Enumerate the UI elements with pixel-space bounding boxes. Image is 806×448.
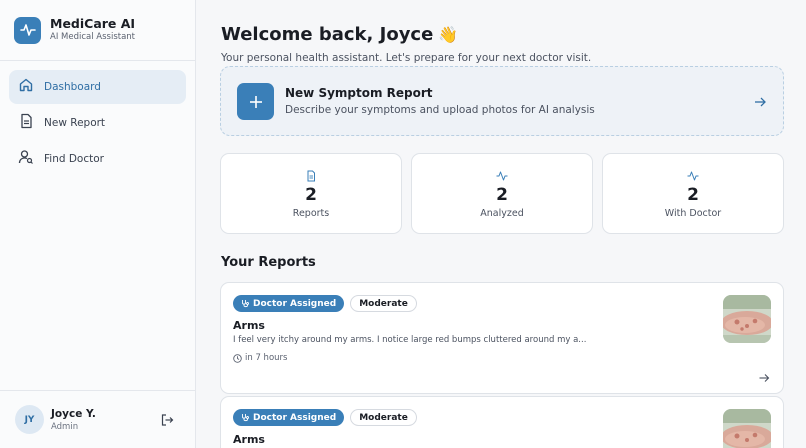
activity-icon (496, 167, 508, 181)
main-content: Welcome back, Joyce 👋 Your personal heal… (196, 0, 806, 448)
sidebar-item-dashboard[interactable]: Dashboard (9, 70, 186, 104)
status-badge: Doctor Assigned (233, 295, 345, 312)
user-role: Admin (51, 421, 79, 432)
home-icon (18, 77, 34, 97)
stat-label: Analyzed (480, 208, 524, 219)
logout-icon[interactable] (160, 412, 174, 426)
report-time: in 7 hours (233, 353, 287, 363)
plus-icon (237, 83, 274, 120)
stat-analyzed: 2 Analyzed (411, 153, 593, 234)
stat-reports: 2 Reports (220, 153, 402, 234)
sidebar-item-label: Find Doctor (44, 153, 104, 165)
new-report-description: Describe your symptoms and upload photos… (285, 104, 595, 116)
stat-value: 2 (305, 185, 317, 205)
document-icon (305, 167, 317, 182)
status-badge-label: Doctor Assigned (253, 298, 337, 309)
report-title: Arms (233, 319, 265, 332)
activity-icon (687, 167, 699, 181)
sidebar-item-label: New Report (44, 117, 106, 129)
sidebar-item-find-doctor[interactable]: Find Doctor (9, 142, 186, 176)
stat-with-doctor: 2 With Doctor (602, 153, 784, 234)
arrow-right-icon (758, 369, 770, 382)
arrow-right-icon (753, 94, 767, 108)
avatar: JY (15, 405, 44, 434)
reports-section-title: Your Reports (221, 255, 316, 270)
stat-value: 2 (496, 185, 508, 205)
stethoscope-icon (242, 414, 249, 422)
stat-label: Reports (292, 208, 330, 219)
app-name: MediCare AI (50, 16, 136, 31)
user-search-icon (18, 149, 34, 169)
sidebar-item-new-report[interactable]: New Report (9, 106, 186, 140)
pulse-logo-icon (14, 16, 41, 44)
status-badge-label: Doctor Assigned (253, 412, 337, 423)
report-card[interactable]: Doctor Assigned Moderate Arms (220, 396, 784, 448)
report-card[interactable]: Doctor Assigned Moderate Arms I feel ver… (220, 282, 784, 394)
stats-row: 2 Reports 2 Analyzed 2 With Doctor (220, 153, 784, 234)
skin-photo-thumbnail (723, 295, 771, 343)
stethoscope-icon (242, 300, 249, 308)
status-badge: Doctor Assigned (233, 409, 345, 426)
report-description: I feel very itchy around my arms. I noti… (233, 335, 587, 345)
severity-badge: Moderate (350, 409, 417, 426)
stat-label: With Doctor (664, 208, 722, 219)
brand: MediCare AI AI Medical Assistant (0, 0, 195, 61)
report-time-label: in 7 hours (245, 353, 288, 363)
new-report-title: New Symptom Report (285, 86, 433, 100)
app-subtitle: AI Medical Assistant (50, 32, 136, 42)
wave-emoji-icon: 👋 (438, 25, 459, 44)
report-title: Arms (233, 433, 265, 446)
user-profile: JY Joyce Y. Admin (0, 390, 196, 448)
user-name: Joyce Y. (51, 407, 96, 420)
sidebar: MediCare AI AI Medical Assistant Dashboa… (0, 0, 196, 448)
severity-badge: Moderate (350, 295, 417, 312)
sidebar-item-label: Dashboard (44, 81, 101, 93)
page-title: Welcome back, Joyce 👋 (221, 24, 458, 45)
stat-value: 2 (687, 185, 699, 205)
skin-photo-thumbnail (723, 409, 771, 448)
new-symptom-report-card[interactable]: New Symptom Report Describe your symptom… (220, 66, 784, 136)
page-subtitle: Your personal health assistant. Let's pr… (221, 52, 592, 64)
clock-icon (233, 353, 242, 363)
document-icon (18, 113, 34, 133)
welcome-text: Welcome back, Joyce (221, 24, 434, 45)
sidebar-nav: Dashboard New Report Find Doctor (0, 61, 195, 176)
